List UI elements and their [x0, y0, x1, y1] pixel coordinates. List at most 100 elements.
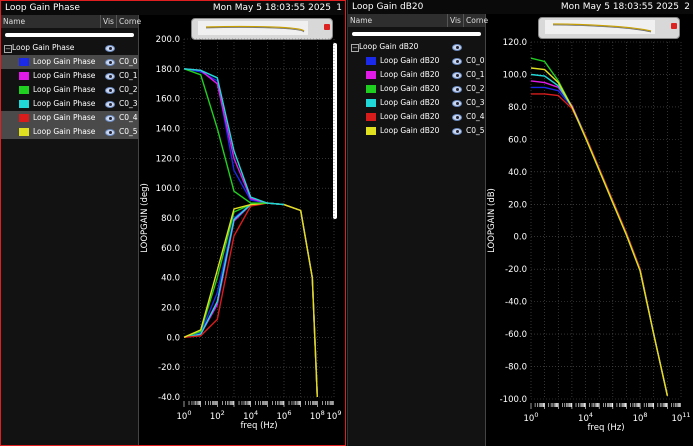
trace-corner: C0_1	[466, 70, 485, 79]
x-tick-label: 108	[633, 411, 648, 424]
trace-tree: − Loop Gain Phase Loop Gain Phase C0_0 L…	[1, 41, 138, 139]
trace-corner: C0_5	[466, 126, 485, 135]
y-tick-label: -80.0	[505, 363, 527, 373]
window-datetime: Mon May 5 18:03:55 2025	[212, 3, 331, 13]
trace-browser-header: Name Vis Corne	[1, 15, 141, 28]
collapse-icon[interactable]: −	[351, 44, 359, 52]
trace-corner: C0_2	[119, 85, 138, 94]
series-line-C0_2	[184, 68, 285, 206]
trace-row[interactable]: Loop Gain dB20 C0_3	[348, 96, 485, 110]
trace-color-swatch	[366, 113, 376, 121]
window-title: Loop Gain Phase	[5, 3, 80, 13]
trace-row[interactable]: Loop Gain Phase C0_3	[1, 97, 138, 111]
window-datetime: Mon May 5 18:03:55 2025	[560, 2, 679, 12]
trace-corner: C0_4	[119, 113, 138, 122]
window-titlebar: Loop Gain Phase Mon May 5 18:03:55 2025 …	[1, 1, 345, 15]
series-line-C0_3	[184, 68, 285, 206]
trace-color-swatch	[366, 57, 376, 65]
trace-label: Loop Gain Phase	[33, 127, 96, 136]
y-tick-label: 60.0	[161, 244, 180, 254]
x-tick-label: 100	[177, 409, 192, 422]
y-tick-label: 20.0	[508, 200, 527, 210]
trace-color-swatch	[366, 127, 376, 135]
trace-corner: C0_0	[466, 56, 485, 65]
y-tick-label: 180.0	[156, 65, 180, 75]
trace-color-swatch	[19, 128, 29, 136]
series-line-C0_1	[184, 68, 285, 206]
window-number: 2	[684, 2, 690, 12]
trace-row[interactable]: Loop Gain Phase C0_0	[1, 55, 138, 69]
y-tick-label: 80.0	[161, 214, 180, 224]
y-tick-label: 20.0	[161, 304, 180, 314]
trace-row[interactable]: Loop Gain dB20 C0_4	[348, 110, 485, 124]
horizontal-scrollbar[interactable]	[5, 33, 134, 37]
trace-label: Loop Gain Phase	[33, 57, 96, 66]
collapse-icon[interactable]: −	[4, 45, 12, 53]
y-tick-label: 80.0	[508, 103, 527, 113]
trace-label: Loop Gain Phase	[33, 99, 96, 108]
tree-root[interactable]: − Loop Gain Phase	[1, 41, 138, 55]
series-line-C0_3	[531, 73, 669, 396]
trace-row[interactable]: Loop Gain dB20 C0_2	[348, 82, 485, 96]
trace-label: Loop Gain dB20	[380, 112, 440, 121]
y-tick-label: -20.0	[158, 363, 180, 373]
y-tick-label: 40.0	[508, 168, 527, 178]
y-tick-label: -60.0	[505, 330, 527, 340]
y-tick-label: -20.0	[505, 265, 527, 275]
header-name[interactable]: Name	[1, 15, 25, 28]
y-tick-label: 120.0	[503, 38, 527, 48]
y-tick-label: -40.0	[158, 393, 180, 403]
phase-plot[interactable]: 200.0 180.0 160.0 140.0 120.0 100.0 80.0 60.0 40…	[138, 15, 346, 446]
trace-label: Loop Gain dB20	[380, 70, 440, 79]
trace-color-swatch	[366, 71, 376, 79]
y-tick-label: 60.0	[508, 135, 527, 145]
trace-label: Loop Gain dB20	[380, 56, 440, 65]
trace-label: Loop Gain Phase	[33, 71, 96, 80]
header-name[interactable]: Name	[348, 14, 372, 27]
trace-browser-header: Name Vis Corne	[348, 14, 488, 27]
tree-root-label: Loop Gain dB20	[359, 42, 419, 51]
trace-corner: C0_3	[119, 99, 138, 108]
tree-root[interactable]: − Loop Gain dB20	[348, 40, 485, 54]
y-tick-label: 160.0	[156, 95, 180, 105]
header-vis[interactable]: Vis	[447, 14, 461, 27]
x-axis-label: freq (Hz)	[240, 421, 277, 431]
trace-corner: C0_3	[466, 98, 485, 107]
trace-color-swatch	[19, 86, 29, 94]
header-vis[interactable]: Vis	[100, 15, 114, 28]
trace-row[interactable]: Loop Gain Phase C0_5	[1, 125, 138, 139]
trace-row[interactable]: Loop Gain dB20 C0_1	[348, 68, 485, 82]
trace-corner: C0_1	[119, 71, 138, 80]
y-tick-label: 100.0	[503, 70, 527, 80]
trace-browser: Name Vis Corne − Loop Gain dB20 Loop Gai…	[348, 14, 488, 446]
window-title: Loop Gain dB20	[352, 2, 424, 12]
gain-plot[interactable]: 120.0 100.0 80.0 60.0 40.0 20.0 0.0 -20.0 -40.0 -…	[485, 14, 693, 446]
waveform-window-2[interactable]: Loop Gain dB20 Mon May 5 18:03:55 2025 2…	[347, 0, 693, 446]
trace-tree: − Loop Gain dB20 Loop Gain dB20 C0_0 Loo…	[348, 40, 485, 138]
y-tick-label: 0.0	[166, 333, 180, 343]
x-tick-label: 102	[210, 409, 225, 422]
trace-label: Loop Gain Phase	[33, 85, 96, 94]
trace-row[interactable]: Loop Gain dB20 C0_0	[348, 54, 485, 68]
trace-row[interactable]: Loop Gain Phase C0_4	[1, 111, 138, 125]
horizontal-scrollbar[interactable]	[352, 32, 481, 36]
waveform-window-1[interactable]: Loop Gain Phase Mon May 5 18:03:55 2025 …	[0, 0, 346, 446]
trace-row[interactable]: Loop Gain dB20 C0_5	[348, 124, 485, 138]
series-line-C0_0	[531, 86, 669, 396]
trace-corner: C0_4	[466, 112, 485, 121]
trace-color-swatch	[366, 85, 376, 93]
y-tick-label: 140.0	[156, 125, 180, 135]
x-tick-label: 100	[524, 411, 539, 424]
y-tick-label: 0.0	[513, 233, 527, 243]
series-line-C0_0	[184, 68, 285, 206]
trace-row[interactable]: Loop Gain Phase C0_2	[1, 83, 138, 97]
trace-color-swatch	[366, 99, 376, 107]
x-tick-label: 106	[277, 409, 292, 422]
series-line-C0_4	[531, 93, 669, 396]
trace-corner: C0_5	[119, 127, 138, 136]
visibility-eye-icon[interactable]	[452, 126, 462, 140]
trace-row[interactable]: Loop Gain Phase C0_1	[1, 69, 138, 83]
visibility-eye-icon[interactable]	[105, 127, 115, 141]
y-tick-label: -40.0	[505, 298, 527, 308]
trace-color-swatch	[19, 58, 29, 66]
